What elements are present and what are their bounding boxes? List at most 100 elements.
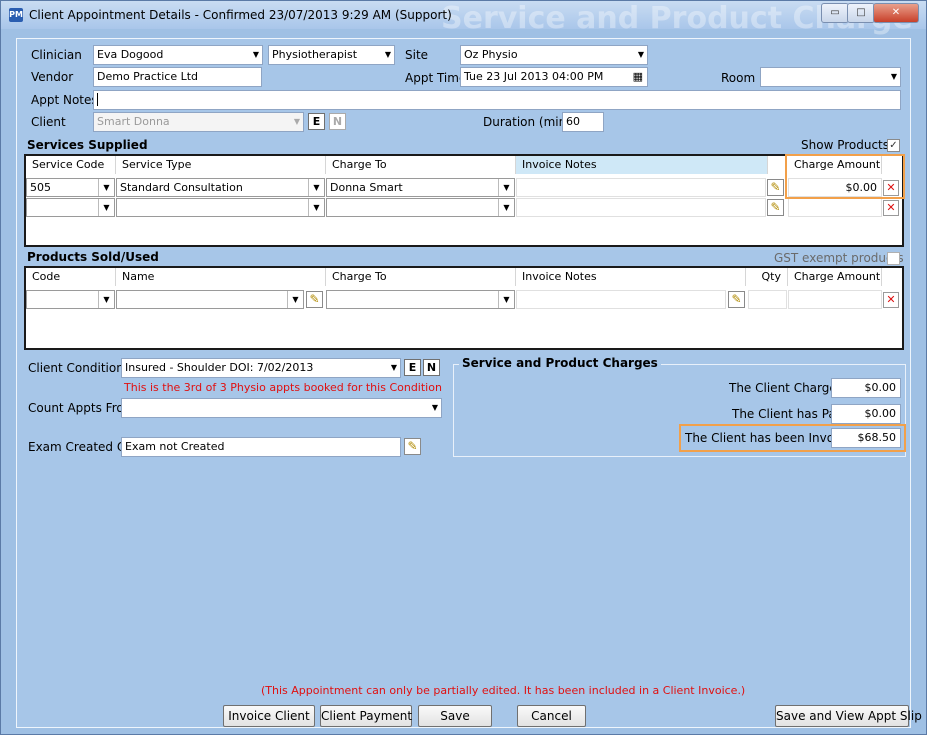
client-edit-button[interactable]: E xyxy=(308,113,325,130)
column-header[interactable]: Charge To xyxy=(326,156,516,174)
client-condition-label: Client Condition xyxy=(28,361,124,375)
column-header[interactable]: Invoice Notes xyxy=(516,268,746,286)
charge-amount-highlight xyxy=(785,154,905,199)
chevron-down-icon: ▼ xyxy=(498,199,514,216)
column-header[interactable]: Charge Amount xyxy=(788,268,882,286)
client-payment-button[interactable]: Client Payment xyxy=(320,705,412,727)
client-new-button[interactable]: N xyxy=(329,113,346,130)
service-code-cell[interactable]: 505 ▼ xyxy=(26,178,115,197)
charges-title: Service and Product Charges xyxy=(459,356,661,370)
delete-row-icon[interactable]: ✕ xyxy=(883,292,899,308)
site-label: Site xyxy=(405,48,429,62)
client-select[interactable]: Smart Donna ▼ xyxy=(93,112,304,132)
close-button[interactable]: ✕ xyxy=(873,3,919,23)
room-select[interactable]: ▼ xyxy=(760,67,901,87)
site-value: Oz Physio xyxy=(464,48,518,61)
save-view-slip-button[interactable]: Save and View Appt Slip xyxy=(775,705,922,727)
charge-to-cell[interactable]: Donna Smart ▼ xyxy=(326,178,515,197)
clinician-label: Clinician xyxy=(31,48,82,62)
product-charge-to-cell[interactable]: ▼ xyxy=(326,290,515,309)
chevron-down-icon: ▼ xyxy=(384,50,391,59)
services-title: Services Supplied xyxy=(27,138,148,152)
profession-select[interactable]: Physiotherapist ▼ xyxy=(268,45,395,65)
appt-notes-label: Appt Notes xyxy=(31,93,98,107)
save-button[interactable]: Save xyxy=(418,705,492,727)
chevron-down-icon: ▼ xyxy=(390,363,397,372)
room-label: Room xyxy=(721,71,756,85)
chevron-down-icon: ▼ xyxy=(293,117,300,126)
clinician-value: Eva Dogood xyxy=(97,48,164,61)
pencil-icon[interactable]: ✎ xyxy=(306,291,323,308)
minimize-button[interactable]: ▭ xyxy=(821,3,849,23)
clinician-select[interactable]: Eva Dogood ▼ xyxy=(93,45,263,65)
service-type-cell[interactable]: ▼ xyxy=(116,198,325,217)
vendor-label: Vendor xyxy=(31,70,74,84)
pencil-icon[interactable]: ✎ xyxy=(767,199,784,216)
window-title: Client Appointment Details - Confirmed 2… xyxy=(29,8,452,22)
product-name-cell[interactable]: ▼ xyxy=(116,290,304,309)
column-header[interactable]: Service Type xyxy=(116,156,326,174)
column-header[interactable]: Invoice Notes xyxy=(516,156,768,174)
charge-amount-cell[interactable] xyxy=(788,198,882,217)
chevron-down-icon: ▼ xyxy=(431,403,438,412)
client-paid-label: The Client has Paid xyxy=(732,407,847,421)
chevron-down-icon: ▼ xyxy=(637,50,644,59)
product-amount-cell[interactable] xyxy=(788,290,882,309)
invoice-client-button[interactable]: Invoice Client xyxy=(223,705,315,727)
invoice-notes-cell[interactable] xyxy=(516,198,766,217)
client-paid-field: $0.00 xyxy=(831,404,901,424)
chevron-down-icon: ▼ xyxy=(98,179,114,196)
client-label: Client xyxy=(31,115,66,129)
appt-time-value: Tue 23 Jul 2013 04:00 PM xyxy=(464,70,604,83)
maximize-button[interactable]: □ xyxy=(847,3,875,23)
app-icon: PM xyxy=(9,8,23,22)
partial-edit-notice: (This Appointment can only be partially … xyxy=(261,684,746,697)
appt-time-label: Appt Time xyxy=(405,71,467,85)
chevron-down-icon: ▼ xyxy=(498,179,514,196)
product-qty-cell[interactable] xyxy=(748,290,787,309)
pencil-icon[interactable]: ✎ xyxy=(767,179,784,196)
service-type-cell[interactable]: Standard Consultation ▼ xyxy=(116,178,325,197)
client-value: Smart Donna xyxy=(97,115,170,128)
duration-value: 60 xyxy=(566,115,580,128)
appt-notes-field[interactable] xyxy=(93,90,901,110)
count-appts-select[interactable]: ▼ xyxy=(121,398,442,418)
appt-time-picker[interactable]: Tue 23 Jul 2013 04:00 PM ▦ xyxy=(460,67,648,87)
invoice-notes-cell[interactable] xyxy=(516,178,766,197)
appointment-window: PM Service and Product Charge Client App… xyxy=(0,0,927,735)
vendor-field[interactable]: Demo Practice Ltd xyxy=(93,67,262,87)
column-header[interactable]: Charge To xyxy=(326,268,516,286)
gst-exempt-checkbox[interactable] xyxy=(887,252,900,265)
products-grid: Code Name Charge To Invoice Notes Qty Ch… xyxy=(24,266,904,350)
gst-exempt-label: GST exempt products xyxy=(774,251,904,265)
product-notes-cell[interactable] xyxy=(516,290,726,309)
column-header[interactable]: Service Code xyxy=(26,156,116,174)
chevron-down-icon: ▼ xyxy=(890,72,897,81)
count-appts-label: Count Appts From xyxy=(28,401,136,415)
condition-edit-button[interactable]: E xyxy=(404,359,421,376)
duration-field[interactable]: 60 xyxy=(562,112,604,132)
pencil-icon[interactable]: ✎ xyxy=(404,438,421,455)
exam-created-label: Exam Created On xyxy=(28,440,134,454)
chevron-down-icon: ▼ xyxy=(498,291,514,308)
exam-created-field[interactable]: Exam not Created xyxy=(121,437,401,457)
calendar-icon[interactable]: ▦ xyxy=(633,68,643,86)
chevron-down-icon: ▼ xyxy=(98,199,114,216)
form-area: Clinician Eva Dogood ▼ Physiotherapist ▼… xyxy=(16,38,922,728)
product-code-cell[interactable]: ▼ xyxy=(26,290,115,309)
column-header[interactable]: Name xyxy=(116,268,326,286)
chevron-down-icon: ▼ xyxy=(98,291,114,308)
column-header[interactable]: Qty xyxy=(746,268,788,286)
profession-value: Physiotherapist xyxy=(272,48,358,61)
pencil-icon[interactable]: ✎ xyxy=(728,291,745,308)
cancel-button[interactable]: Cancel xyxy=(517,705,586,727)
condition-new-button[interactable]: N xyxy=(423,359,440,376)
site-select[interactable]: Oz Physio ▼ xyxy=(460,45,648,65)
service-code-cell[interactable]: ▼ xyxy=(26,198,115,217)
show-products-checkbox[interactable]: ✓ xyxy=(887,139,900,152)
charge-to-value: Donna Smart xyxy=(330,181,403,194)
delete-row-icon[interactable]: ✕ xyxy=(883,200,899,216)
charge-to-cell[interactable]: ▼ xyxy=(326,198,515,217)
client-condition-select[interactable]: Insured - Shoulder DOI: 7/02/2013 ▼ xyxy=(121,358,401,378)
column-header[interactable]: Code xyxy=(26,268,116,286)
